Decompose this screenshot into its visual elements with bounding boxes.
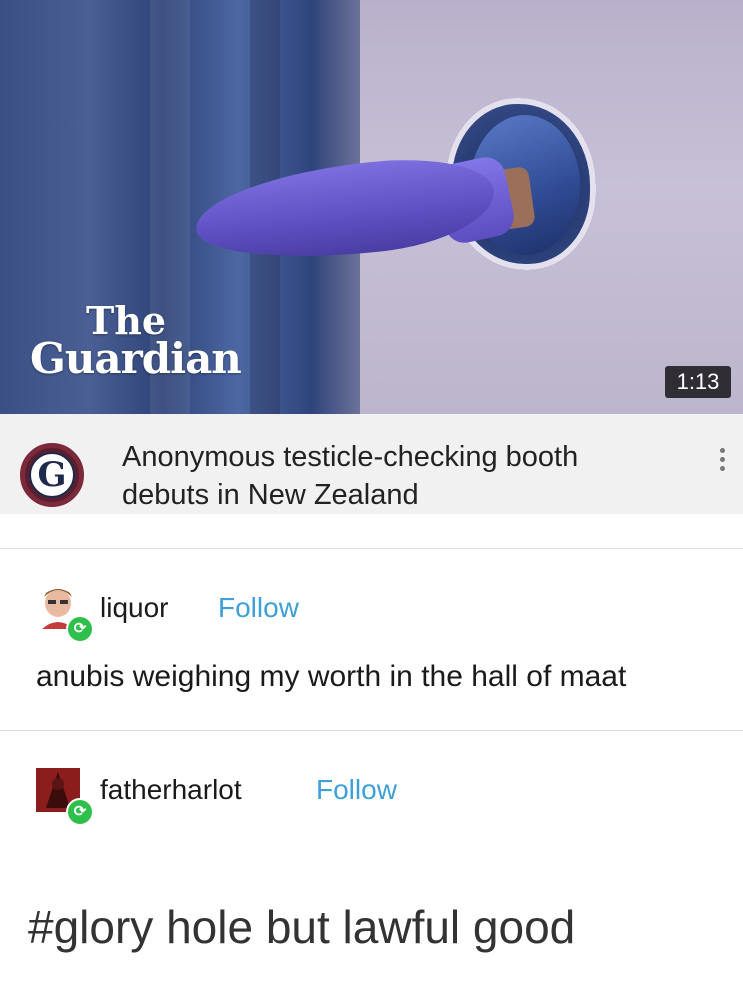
divider: [0, 548, 743, 549]
follow-button[interactable]: Follow: [218, 592, 299, 624]
divider: [0, 730, 743, 731]
avatar[interactable]: ⟳: [36, 768, 94, 826]
video-caption[interactable]: G Anonymous testicle-checking booth debu…: [0, 414, 743, 514]
post-text: anubis weighing my worth in the hall of …: [36, 660, 627, 693]
channel-initial: G: [37, 455, 67, 495]
channel-avatar-inner: G: [29, 452, 75, 498]
video-duration: 1:13: [665, 366, 731, 398]
video-thumbnail[interactable]: The Guardian 1:13: [0, 0, 743, 414]
avatar[interactable]: ⟳: [36, 585, 94, 643]
channel-avatar[interactable]: G: [20, 443, 84, 507]
more-vert-icon[interactable]: [720, 444, 725, 475]
reblog-icon: ⟳: [66, 798, 94, 826]
follow-button[interactable]: Follow: [316, 774, 397, 806]
reblog-icon: ⟳: [66, 615, 94, 643]
username[interactable]: liquor: [100, 592, 168, 624]
username[interactable]: fatherharlot: [100, 774, 242, 806]
post-tag[interactable]: #glory hole but lawful good: [28, 900, 575, 954]
guardian-logo: The Guardian: [30, 302, 242, 383]
logo-line-2: Guardian: [30, 334, 242, 383]
video-title[interactable]: Anonymous testicle-checking booth debuts…: [122, 438, 662, 514]
